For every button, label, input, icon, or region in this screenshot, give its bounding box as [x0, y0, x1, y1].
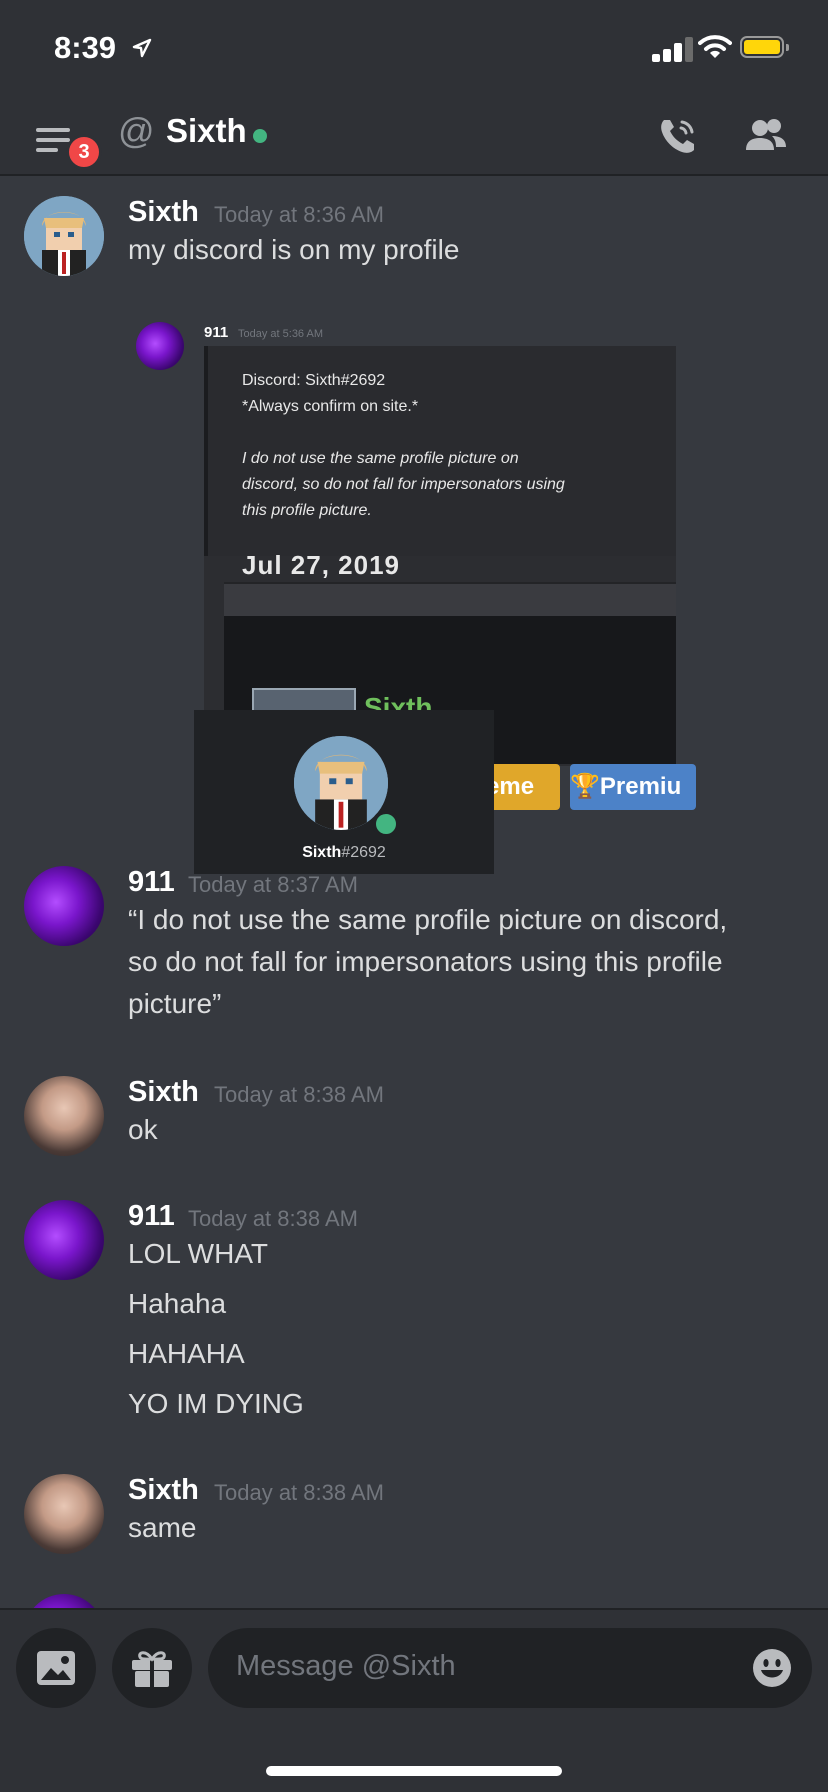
embed-premium-button: 🏆Premiu	[570, 764, 696, 810]
username[interactable]: Sixth	[128, 1474, 199, 1507]
message-text: so do not fall for impersonators using t…	[128, 946, 723, 977]
timestamp: Today at 8:38 AM	[214, 1480, 384, 1505]
location-arrow-icon	[132, 38, 152, 58]
embed-profile-popup: Sixth#2692	[194, 710, 494, 874]
gift-button[interactable]	[112, 1628, 192, 1708]
menu-button[interactable]: 3	[36, 118, 102, 170]
avatar[interactable]	[24, 1200, 104, 1280]
embed-date: Jul 27, 2019	[242, 550, 400, 580]
page-title: Sixth	[166, 112, 247, 149]
message-text: Hahaha	[128, 1288, 227, 1319]
username[interactable]: Sixth	[128, 1076, 199, 1109]
trophy-icon: 🏆	[570, 773, 600, 800]
message-text: my discord is on my profile	[128, 234, 460, 265]
avatar[interactable]	[24, 866, 104, 946]
avatar[interactable]	[24, 196, 104, 276]
timestamp: Today at 8:38 AM	[188, 1206, 358, 1231]
username[interactable]: 911	[128, 866, 175, 899]
image-icon	[37, 1651, 75, 1685]
home-indicator[interactable]	[266, 1766, 562, 1776]
timestamp: Today at 8:37 AM	[188, 872, 358, 897]
members-icon[interactable]	[742, 114, 790, 158]
embed-popup-tag: Sixth#2692	[302, 844, 386, 861]
attach-image-button[interactable]	[16, 1628, 96, 1708]
message-text: ok	[128, 1114, 158, 1145]
username[interactable]: 911	[128, 1200, 175, 1233]
channel-header: 3 @ Sixth	[0, 100, 828, 176]
message-list[interactable]: Sixth Today at 8:36 AM my discord is on …	[0, 176, 828, 1608]
message-text: same	[128, 1512, 197, 1543]
message-text: picture”	[128, 988, 222, 1019]
at-icon: @	[118, 110, 155, 151]
message-text: HAHAHA	[128, 1338, 245, 1369]
avatar[interactable]	[24, 1474, 104, 1554]
embed-line: *Always confirm on site.*	[242, 398, 419, 415]
wifi-icon	[698, 35, 732, 58]
cellular-signal-icon	[652, 36, 693, 62]
hamburger-icon	[36, 128, 70, 132]
timestamp: Today at 8:36 AM	[214, 202, 384, 227]
embed-premium-label: Premiu	[599, 773, 682, 800]
blonde-character-avatar-icon	[24, 196, 104, 276]
username[interactable]: Sixth	[128, 196, 199, 229]
embed-avatar	[136, 322, 184, 370]
message-text: LOL WHAT	[128, 1238, 269, 1269]
embed-username: 911	[204, 324, 229, 341]
call-icon[interactable]	[656, 114, 700, 158]
message-composer: Message @Sixth	[0, 1608, 828, 1792]
avatar[interactable]	[24, 1594, 104, 1608]
message-placeholder: Message @Sixth	[236, 1650, 456, 1682]
avatar[interactable]	[24, 1076, 104, 1156]
message-text: YO IM DYING	[128, 1388, 304, 1419]
online-status-dot	[372, 810, 400, 838]
embed-line: discord, so do not fall for impersonator…	[242, 476, 565, 493]
message-input[interactable]: Message @Sixth	[208, 1628, 812, 1708]
timestamp: Today at 8:38 AM	[214, 1082, 384, 1107]
emoji-icon[interactable]	[752, 1648, 792, 1688]
gift-icon	[132, 1651, 172, 1687]
online-status-dot	[253, 129, 267, 143]
notification-badge: 3	[66, 134, 102, 170]
status-bar: 8:39	[0, 0, 828, 100]
embed-timestamp: Today at 5:36 AM	[238, 328, 323, 340]
image-attachment[interactable]: 911 Today at 5:36 AM Discord: Sixth#2692…	[134, 322, 696, 874]
status-time: 8:39	[54, 30, 117, 65]
embed-line: I do not use the same profile picture on	[242, 450, 519, 467]
embed-line: Discord: Sixth#2692	[242, 372, 386, 389]
embed-text-panel: Discord: Sixth#2692 *Always confirm on s…	[204, 346, 676, 556]
message-text: “I do not use the same profile picture o…	[128, 904, 728, 935]
embed-line: this profile picture.	[242, 502, 372, 519]
battery-icon	[740, 36, 789, 58]
